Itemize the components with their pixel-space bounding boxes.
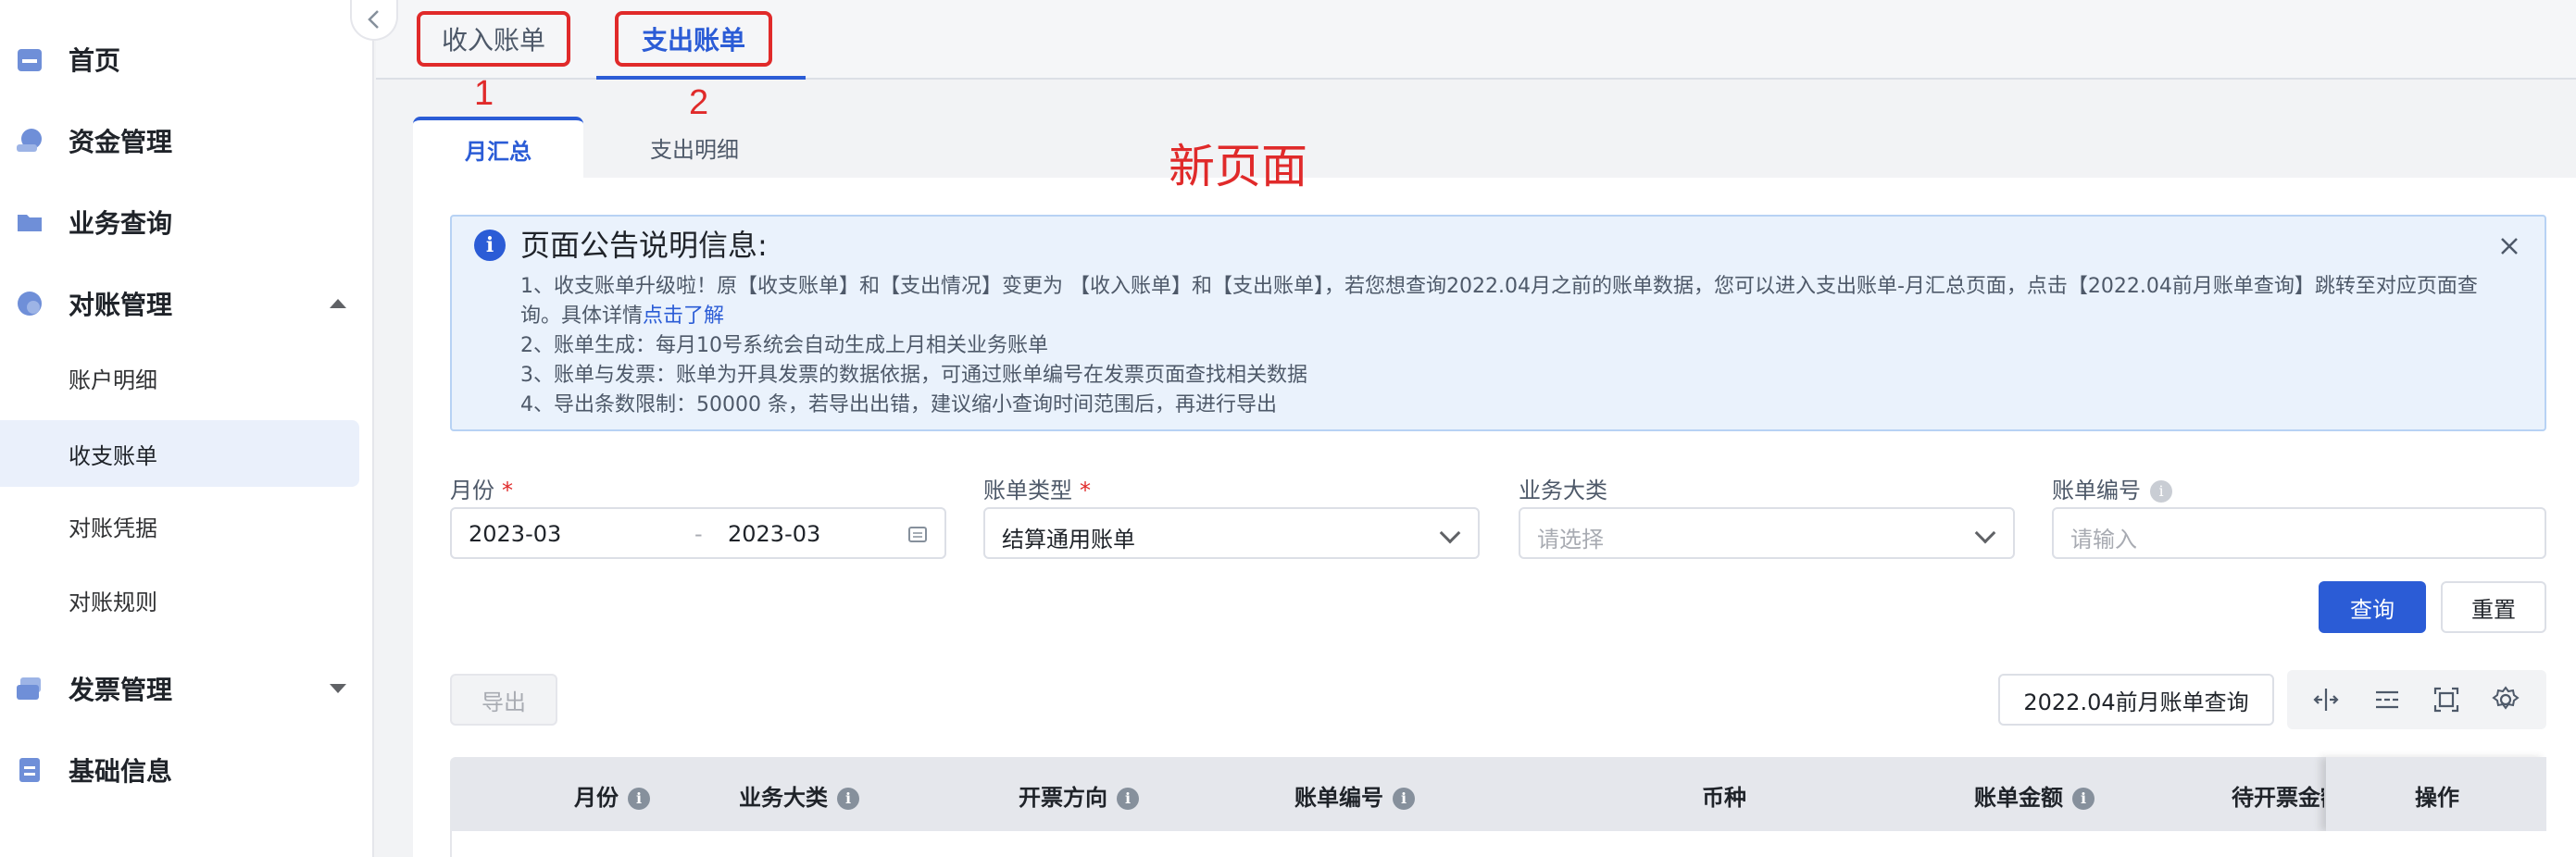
query-button[interactable]: 查询 [2319, 581, 2426, 633]
sidebar-item-fund[interactable]: 资金管理 [0, 107, 361, 174]
info-icon: i [1393, 788, 1415, 810]
info-icon: i [628, 788, 650, 810]
invoice-icon [17, 677, 41, 700]
sidebar-subitem-account-detail[interactable]: 账户明细 [0, 344, 359, 411]
column-header-bill-amount[interactable]: 账单金额 i [1974, 779, 2095, 812]
sub-tab-bar: 月汇总 支出明细 [413, 117, 2576, 178]
info-icon: i [2072, 788, 2095, 810]
business-category-placeholder: 请选择 [1537, 527, 1604, 553]
export-button[interactable]: 导出 [450, 674, 557, 726]
bill-number-label: 账单编号 i [2052, 472, 2172, 504]
month-range-picker[interactable]: 2023-03 - 2023-03 [450, 507, 946, 559]
business-category-label: 业务大类 [1519, 478, 1607, 503]
sidebar-item-reconcile[interactable]: 对账管理 [0, 270, 361, 337]
sidebar-subitem-rules[interactable]: 对账规则 [0, 566, 359, 633]
sidebar-item-basic-info[interactable]: 基础信息 [0, 737, 361, 803]
range-separator: - [694, 521, 703, 547]
notice-line-2: 2、账单生成：每月10号系统会自动生成上月相关业务账单 [520, 334, 1048, 357]
bill-type-label: 账单类型 * [983, 478, 1091, 503]
sidebar-item-label: 首页 [69, 45, 121, 76]
fund-icon [17, 129, 42, 152]
tab-expense-detail[interactable]: 支出明细 [583, 117, 806, 178]
notice-body: 1、收支账单升级啦！原【收支账单】和【支出情况】变更为 【收入账单】和【支出账单… [520, 272, 2493, 420]
column-header-invoice-direction[interactable]: 开票方向 i [1019, 779, 1139, 812]
month-start-value: 2023-03 [469, 521, 562, 547]
top-tab-bar: 收入账单 支出账单 [376, 0, 2576, 80]
chevron-down-icon[interactable] [330, 684, 346, 693]
table-toolset [2287, 670, 2546, 729]
sidebar-item-business-query[interactable]: 业务查询 [0, 189, 361, 255]
column-width-icon[interactable] [2311, 685, 2341, 714]
annotation-1: 1 [474, 74, 494, 113]
column-header-business-category[interactable]: 业务大类 i [739, 779, 859, 812]
chevron-down-icon [1974, 522, 1996, 544]
document-icon [19, 758, 40, 782]
reconcile-icon [18, 292, 42, 316]
info-icon: i [837, 788, 859, 810]
sidebar-subitem-bills[interactable]: 收支账单 [0, 420, 359, 487]
sidebar-item-label: 资金管理 [69, 127, 173, 157]
sidebar-item-home[interactable]: 首页 [0, 26, 361, 93]
sidebar-item-label: 业务查询 [69, 208, 173, 239]
notice-line-4: 4、导出条数限制：50000 条，若导出出错，建议缩小查询时间范围后，再进行导出 [520, 393, 1277, 416]
close-icon[interactable] [2498, 235, 2520, 257]
sidebar-subitem-label: 对账规则 [69, 589, 157, 615]
sidebar-subitem-label: 账户明细 [69, 366, 157, 393]
bill-number-input[interactable]: 请输入 [2052, 507, 2546, 559]
business-category-select[interactable]: 请选择 [1519, 507, 2015, 559]
bill-type-select[interactable]: 结算通用账单 [983, 507, 1480, 559]
bill-type-value: 结算通用账单 [1002, 527, 1135, 553]
column-header-operations-cell: 操作 [2326, 757, 2546, 831]
month-end-value: 2023-03 [728, 521, 821, 547]
sidebar-subitem-label: 对账凭据 [69, 515, 157, 541]
chevron-left-icon [368, 10, 379, 29]
column-header-operations: 操作 [2415, 785, 2459, 811]
folder-icon [18, 215, 42, 231]
table-body [450, 831, 2546, 857]
active-tab-underline [596, 76, 806, 80]
chevron-down-icon [1439, 522, 1461, 544]
sidebar-subitem-label: 收支账单 [69, 442, 157, 469]
learn-more-link[interactable]: 点击了解 [643, 304, 724, 328]
calendar-icon [908, 527, 927, 542]
table-header: 月份i 业务大类i 开票方向i 账单编号i 币种 账单金额i 待开票金额 操作 [450, 757, 2546, 831]
density-icon[interactable] [2372, 685, 2402, 714]
column-header-pending-amount[interactable]: 待开票金额 [2232, 779, 2324, 812]
fullscreen-icon[interactable] [2432, 685, 2461, 714]
annotation-new-page: 新页面 [1169, 140, 1307, 193]
sidebar-item-label: 发票管理 [69, 675, 173, 705]
notice-line-3: 3、账单与发票：账单为开具发票的数据依据，可通过账单编号在发票页面查找相关数据 [520, 364, 1307, 387]
info-icon: i [474, 230, 506, 261]
sidebar-item-label: 基础信息 [69, 756, 173, 787]
column-header-currency[interactable]: 币种 [1702, 779, 1746, 812]
column-header-month[interactable]: 月份 i [574, 779, 650, 812]
tab-expense-bills[interactable]: 支出账单 [615, 11, 772, 67]
month-label: 月份 * [450, 478, 513, 503]
gear-icon[interactable] [2491, 685, 2520, 714]
sidebar-item-invoice[interactable]: 发票管理 [0, 655, 361, 722]
info-icon: i [2150, 480, 2172, 503]
reset-button[interactable]: 重置 [2441, 581, 2546, 633]
tab-monthly-summary[interactable]: 月汇总 [413, 117, 583, 178]
tab-income-bills[interactable]: 收入账单 [417, 11, 570, 67]
info-icon: i [1117, 788, 1139, 810]
notice-title: 页面公告说明信息: [520, 228, 768, 263]
sidebar-subitem-vouchers[interactable]: 对账凭据 [0, 492, 359, 559]
home-icon [18, 49, 42, 71]
bill-number-placeholder: 请输入 [2070, 527, 2137, 553]
chevron-up-icon[interactable] [330, 299, 346, 308]
sidebar-item-label: 对账管理 [69, 290, 173, 320]
legacy-bill-query-button[interactable]: 2022.04前月账单查询 [1998, 674, 2274, 726]
column-header-bill-number[interactable]: 账单编号 i [1294, 779, 1415, 812]
sidebar: 首页 资金管理 业务查询 对账管理 账户明细 收支账单 对账凭据 对账规则 发票… [0, 0, 374, 857]
notice-line-1: 1、收支账单升级啦！原【收支账单】和【支出情况】变更为 【收入账单】和【支出账单… [520, 275, 2478, 328]
notice-banner: i 页面公告说明信息: 1、收支账单升级啦！原【收支账单】和【支出情况】变更为 … [450, 215, 2546, 431]
